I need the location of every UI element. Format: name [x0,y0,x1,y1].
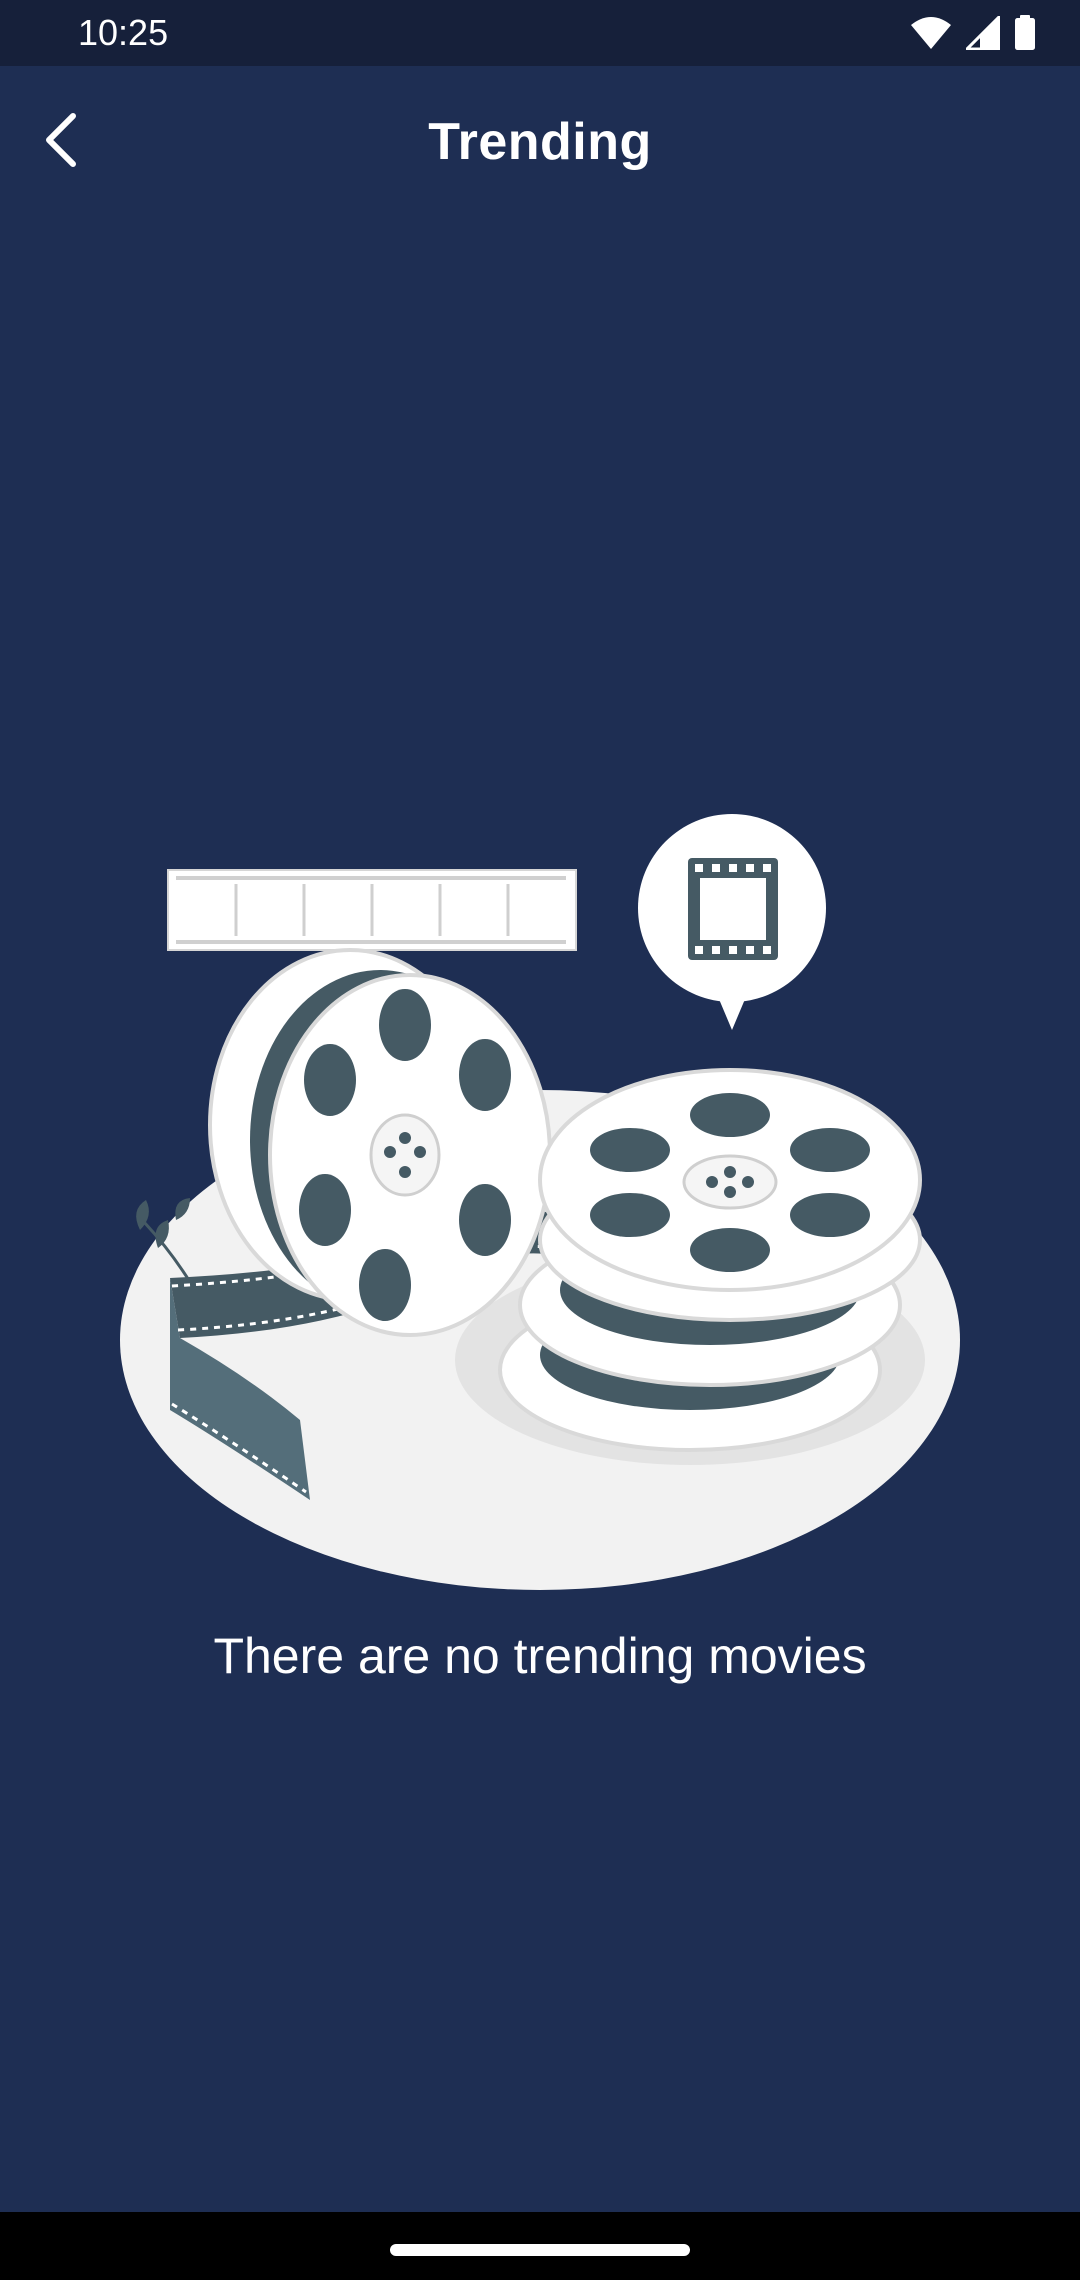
app-bar: Trending [0,66,1080,222]
status-icons [910,12,1036,54]
status-time: 10:25 [78,12,169,53]
empty-state-message: There are no trending movies [213,1628,867,1684]
home-indicator[interactable] [390,2244,690,2256]
page-title: Trending [428,113,652,171]
cell-signal-icon [966,16,1000,50]
film-reels-illustration [100,800,980,1600]
wifi-icon [910,15,952,51]
navigation-bar [0,2212,1080,2280]
status-bar: 10:25 [0,0,1080,66]
battery-icon [1014,15,1036,51]
